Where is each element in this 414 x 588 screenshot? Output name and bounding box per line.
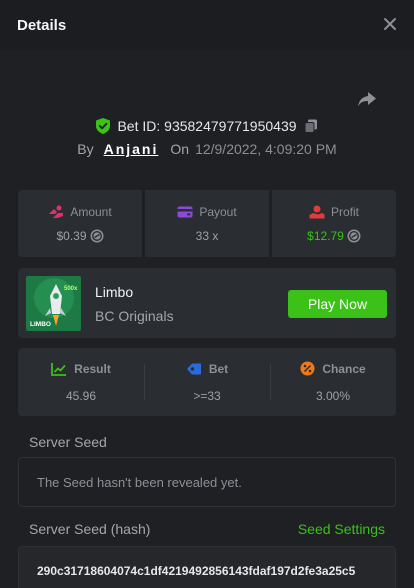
profit-label: Profit xyxy=(330,204,359,219)
result-chart-icon xyxy=(51,362,67,376)
amount-stat: Amount $0.39 xyxy=(18,190,145,257)
chance-value: 3.00% xyxy=(315,389,351,403)
result-card: Result 45.96 Bet >=33 Chance 3.00% xyxy=(18,348,396,416)
server-seed-hash-field[interactable]: 290c31718604074c1df4219492856143fdaf197d… xyxy=(18,546,396,588)
chance-label: Chance xyxy=(322,361,366,376)
profit-stat: Profit $12.79 xyxy=(272,190,396,257)
chance-column: Chance 3.00% xyxy=(270,348,396,416)
payout-value: 33 x xyxy=(195,228,219,243)
server-seed-label: Server Seed xyxy=(29,434,107,450)
bet-tag-icon xyxy=(186,363,201,374)
amount-icon xyxy=(49,205,64,218)
page-title: Details xyxy=(17,16,67,34)
seed-settings-link[interactable]: Seed Settings xyxy=(298,521,385,537)
thumbnail-badge: 500x xyxy=(64,286,78,292)
on-label: On xyxy=(170,141,190,157)
bet-label: Bet xyxy=(208,361,229,376)
bet-id: Bet ID: 93582479771950439 xyxy=(117,118,297,134)
profit-value: $12.79 xyxy=(307,228,344,243)
payout-label: Payout xyxy=(199,204,237,219)
game-provider: BC Originals xyxy=(95,308,174,324)
chance-percent-icon xyxy=(300,361,315,376)
bet-author-row: By Anjani On 12/9/2022, 4:09:20 PM xyxy=(0,139,414,159)
username-link[interactable]: Anjani xyxy=(104,141,159,157)
by-label: By xyxy=(77,141,94,157)
bet-stats: Amount $0.39 Payout 33 x Profit $12.79 xyxy=(18,190,396,257)
limbo-game-thumbnail[interactable]: 500x LIMBO xyxy=(26,276,81,331)
payout-stat: Payout 33 x xyxy=(145,190,272,257)
game-name[interactable]: Limbo xyxy=(95,284,133,300)
bet-value: >=33 xyxy=(193,388,221,403)
server-seed-field[interactable]: The Seed hasn't been revealed yet. xyxy=(18,457,396,507)
amount-label: Amount xyxy=(70,204,112,219)
bet-id-row: Bet ID: 93582479771950439 xyxy=(0,116,414,136)
profit-icon xyxy=(309,205,325,218)
shield-check-icon xyxy=(96,118,111,134)
result-column: Result 45.96 xyxy=(18,348,144,416)
result-value: 45.96 xyxy=(65,388,97,403)
result-label: Result xyxy=(74,361,111,376)
close-icon[interactable] xyxy=(382,16,398,32)
play-now-button[interactable]: Play Now xyxy=(288,290,387,318)
details-header: Details xyxy=(0,0,414,50)
share-icon[interactable] xyxy=(356,88,378,110)
server-seed-hash-label: Server Seed (hash) xyxy=(29,521,151,537)
thumbnail-title: LIMBO xyxy=(30,321,51,328)
bet-column: Bet >=33 xyxy=(144,348,270,416)
bet-date: 12/9/2022, 4:09:20 PM xyxy=(195,141,337,157)
game-card: 500x LIMBO Limbo BC Originals Play Now xyxy=(18,268,396,338)
server-seed-hash-value: 290c31718604074c1df4219492856143fdaf197d… xyxy=(37,564,356,578)
copy-icon[interactable] xyxy=(304,119,318,133)
coin-icon xyxy=(90,229,104,242)
server-seed-value: The Seed hasn't been revealed yet. xyxy=(37,474,242,490)
amount-value: $0.39 xyxy=(56,228,87,243)
payout-icon xyxy=(177,206,193,217)
coin-icon xyxy=(347,229,361,242)
